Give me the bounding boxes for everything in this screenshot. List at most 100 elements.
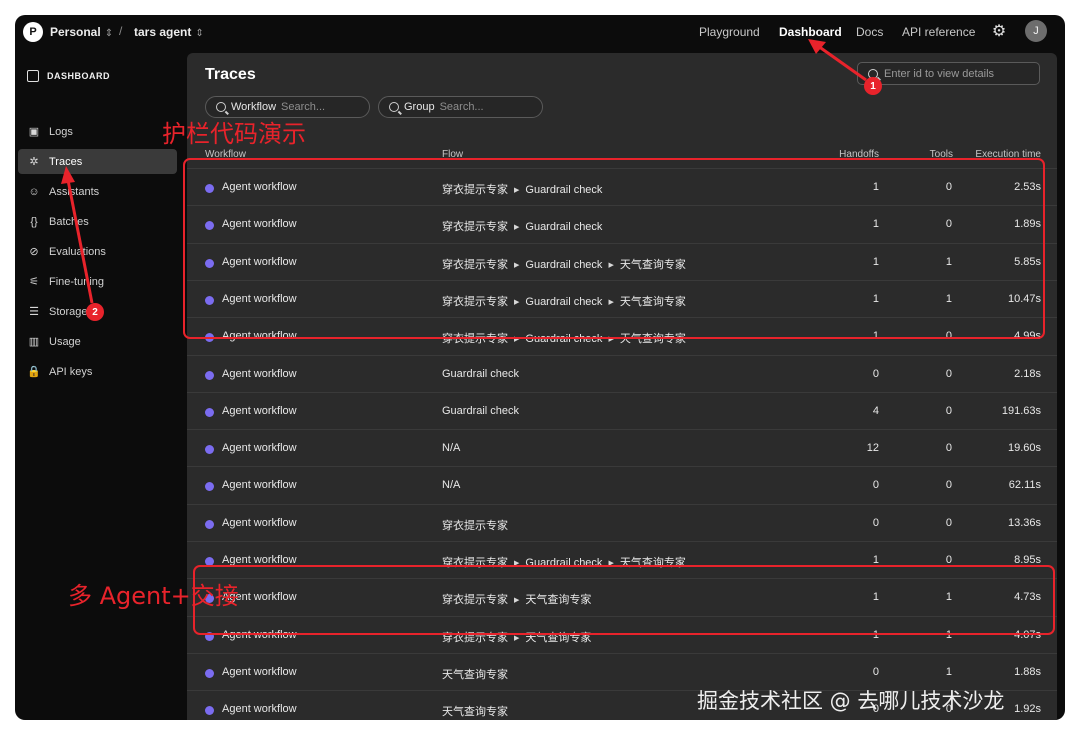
flow-cell: N/A (442, 479, 460, 491)
status-dot (205, 370, 214, 380)
flow-step: N/A (442, 442, 461, 455)
handoffs-cell: 0 (872, 516, 879, 529)
sliders-icon: ⚟ (29, 276, 39, 288)
flow-cell: Guardrail check (442, 405, 519, 417)
org-switcher[interactable]: Personal ⇕ (50, 25, 113, 39)
traces-icon: ✲ (29, 156, 39, 168)
execution-time-cell: 1.92s (1014, 703, 1041, 716)
tools-cell: 0 (945, 516, 952, 529)
sidebar-item-assistants[interactable]: ☺ Assistants (18, 179, 177, 204)
nav-dashboard[interactable]: Dashboard (779, 25, 842, 39)
status-dot (205, 706, 214, 716)
handoffs-cell: 4 (872, 404, 879, 417)
search-icon (389, 102, 399, 112)
sidebar-panel-icon (27, 70, 39, 82)
handoffs-cell: 0 (872, 479, 879, 492)
annotation-badge-2: 2 (86, 303, 104, 321)
flow-step: Guardrail check (442, 367, 520, 380)
user-avatar[interactable]: J (1025, 20, 1047, 42)
tools-cell: 0 (945, 367, 952, 380)
sidebar-section-label: DASHBOARD (47, 71, 110, 81)
sidebar-item-api-keys[interactable]: 🔒 API keys (18, 359, 177, 384)
workflow-cell: Agent workflow (222, 703, 297, 716)
sidebar-item-logs[interactable]: ▣ Logs (18, 119, 177, 144)
database-icon: ☰ (29, 306, 39, 318)
status-dot (205, 519, 214, 529)
workflow-search-input[interactable] (281, 101, 362, 113)
watermark: 掘金技术社区 @ 去哪儿技术沙龙 (697, 689, 1005, 713)
handoffs-cell: 0 (872, 665, 879, 678)
org-avatar[interactable]: P (23, 22, 43, 42)
nav-docs[interactable]: Docs (856, 25, 883, 39)
sidebar-item-label: Traces (49, 155, 83, 168)
id-search-input[interactable] (884, 67, 1024, 80)
guardrail-highlight-box (183, 158, 1045, 339)
sidebar-item-label: Fine-tuning (49, 275, 105, 288)
tools-cell: 0 (945, 404, 952, 417)
table-row[interactable]: Agent workflow Guardrail check 0 0 2.18s (187, 354, 1057, 392)
execution-time-cell: 62.11s (1008, 479, 1041, 492)
org-name: Personal (50, 25, 101, 39)
sidebar-item-label: Usage (49, 335, 81, 348)
bar-chart-icon: ▥ (28, 336, 40, 348)
execution-time-cell: 13.36s (1007, 516, 1041, 529)
sidebar-item-label: Evaluations (49, 245, 106, 258)
execution-time-cell: 19.60s (1007, 442, 1041, 455)
flow-step: 穿衣提示专家 (442, 519, 508, 532)
execution-time-cell: 191.63s (1001, 404, 1041, 417)
chevron-updown-icon: ⇕ (195, 28, 204, 39)
execution-time-cell: 2.18s (1014, 367, 1041, 380)
project-name: tars agent (134, 25, 192, 39)
table-row[interactable]: Agent workflow N/A 0 0 62.11s (187, 466, 1057, 503)
workflow-cell: Agent workflow (222, 442, 297, 455)
terminal-icon: ▣ (28, 126, 40, 138)
multi-agent-annotation-label: 多 Agent+交接 (68, 582, 239, 610)
status-dot (205, 407, 214, 417)
chevron-updown-icon: ⇕ (104, 28, 114, 39)
flow-cell: 天气查询专家 (442, 666, 508, 682)
project-switcher[interactable]: tars agent ⇕ (134, 25, 204, 39)
workflow-cell: Agent workflow (222, 516, 297, 529)
table-row[interactable]: Agent workflow 穿衣提示专家 0 0 13.36s (187, 503, 1057, 541)
nav-playground[interactable]: Playground (699, 25, 760, 39)
sidebar-item-batches[interactable]: {} Batches (18, 209, 177, 234)
flow-cell: N/A (442, 442, 460, 454)
sidebar-header: DASHBOARD (27, 70, 110, 82)
workflow-cell: Agent workflow (222, 404, 297, 417)
flow-step: 天气查询专家 (442, 668, 508, 681)
status-dot (205, 482, 214, 492)
flow-step: N/A (442, 479, 461, 492)
flow-arrow-icon: ▶ (514, 634, 520, 642)
sidebar-item-label: Batches (49, 215, 89, 228)
sidebar-item-usage[interactable]: ▥ Usage (18, 329, 177, 354)
group-filter-label: Group (404, 101, 435, 113)
workflow-cell: Agent workflow (222, 479, 297, 492)
guardrail-annotation-label: 护栏代码演示 (162, 120, 306, 148)
tools-cell: 0 (945, 479, 952, 492)
sidebar-item-evaluations[interactable]: ⊘ Evaluations (18, 239, 177, 264)
sidebar: DASHBOARD ▣ Logs ✲ Traces ☺ Assistants {} Batch… (15, 49, 187, 720)
table-row[interactable]: Agent workflow N/A 12 0 19.60s (187, 429, 1057, 466)
group-search-input[interactable] (439, 101, 520, 113)
gear-icon[interactable]: ⚙ (990, 22, 1008, 40)
flow-step: 天气查询专家 (442, 706, 508, 719)
breadcrumb-separator: / (119, 24, 123, 38)
id-search-box[interactable] (857, 62, 1040, 85)
sidebar-item-fine-tuning[interactable]: ⚟ Fine-tuning (18, 269, 177, 294)
robot-icon: ☺ (28, 185, 40, 198)
workflow-cell: Agent workflow (222, 367, 297, 380)
group-filter[interactable]: Group (378, 96, 543, 118)
braces-icon: {} (30, 215, 38, 228)
status-dot (205, 668, 214, 678)
multi-agent-highlight-box (193, 565, 1055, 635)
nav-api-reference[interactable]: API reference (902, 25, 975, 39)
sidebar-item-traces[interactable]: ✲ Traces (18, 149, 177, 174)
sidebar-item-label: API keys (49, 365, 93, 378)
top-bar: P Personal ⇕ / tars agent ⇕ Playground Das… (15, 15, 1065, 49)
tools-cell: 0 (945, 442, 952, 455)
compass-icon: ⊘ (29, 246, 39, 258)
sidebar-item-label: Logs (49, 125, 73, 138)
flow-step: Guardrail check (442, 404, 520, 417)
flow-cell: 天气查询专家 (442, 703, 508, 719)
table-row[interactable]: Agent workflow Guardrail check 4 0 191.63s (187, 391, 1057, 429)
